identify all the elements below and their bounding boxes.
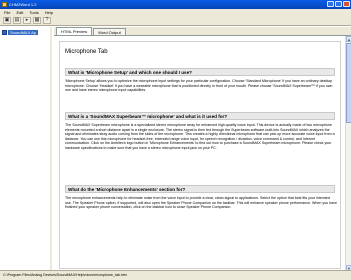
menu-edit[interactable]: Edit	[16, 10, 23, 15]
toolbar: ▣ ▤ ▸ ▦ ?	[0, 16, 351, 26]
save-icon[interactable]: ▤	[13, 17, 21, 24]
convert-icon[interactable]: ▸	[23, 17, 31, 24]
section-heading-1: What is 'Microphone Setup' and which one…	[65, 68, 335, 76]
settings-icon[interactable]: ▦	[33, 17, 41, 24]
status-bar: C:\Program Files\Analog Devices\SoundMAX…	[0, 270, 351, 280]
vertical-scrollbar[interactable]: ▲ ▼	[345, 36, 351, 271]
title-bar: CHM2Word 1.2	[0, 0, 351, 9]
scroll-thumb[interactable]	[346, 43, 351, 123]
tab-html-preview[interactable]: HTML Preview	[56, 27, 93, 35]
tab-word-output[interactable]: Word Output	[93, 28, 126, 35]
menu-bar: File Edit Tools Help	[0, 9, 351, 16]
minimize-button[interactable]	[327, 1, 334, 7]
menu-help[interactable]: Help	[45, 10, 53, 15]
scroll-up-arrow-icon[interactable]: ▲	[346, 36, 351, 42]
section-heading-2: What is a 'SoundMAX Superbeam™ microphon…	[65, 112, 335, 120]
section-body-2: The SoundMAX Superbeam microphone is a s…	[65, 123, 335, 150]
content-pane: HTML Preview Word Output Microphone Tab …	[54, 27, 351, 271]
tree-item-root[interactable]: SoundMAX Ap	[2, 29, 50, 35]
maximize-button[interactable]	[335, 1, 342, 7]
document-page: Microphone Tab What is 'Microphone Setup…	[59, 41, 341, 269]
menu-tools[interactable]: Tools	[29, 10, 38, 15]
contents-tree: SoundMAX Ap	[0, 27, 52, 270]
book-icon	[2, 29, 7, 35]
section-body-1: 'Microphone Setup' allows you to optimiz…	[65, 79, 333, 93]
document-view: Microphone Tab What is 'Microphone Setup…	[54, 35, 351, 271]
menu-file[interactable]: File	[4, 10, 10, 15]
section-body-3: The microphone enhancements help to elim…	[65, 196, 337, 210]
tab-strip: HTML Preview Word Output	[54, 27, 351, 35]
window-controls	[327, 1, 350, 7]
help-icon[interactable]: ?	[43, 17, 51, 24]
page-title: Microphone Tab	[65, 49, 108, 55]
window-title: CHM2Word 1.2	[9, 2, 37, 7]
section-heading-3: What do the 'Microphone Enhancements' se…	[65, 185, 335, 193]
tree-item-label: SoundMAX Ap	[8, 29, 39, 35]
app-icon	[2, 2, 7, 7]
open-icon[interactable]: ▣	[3, 17, 11, 24]
close-button[interactable]	[343, 1, 350, 7]
